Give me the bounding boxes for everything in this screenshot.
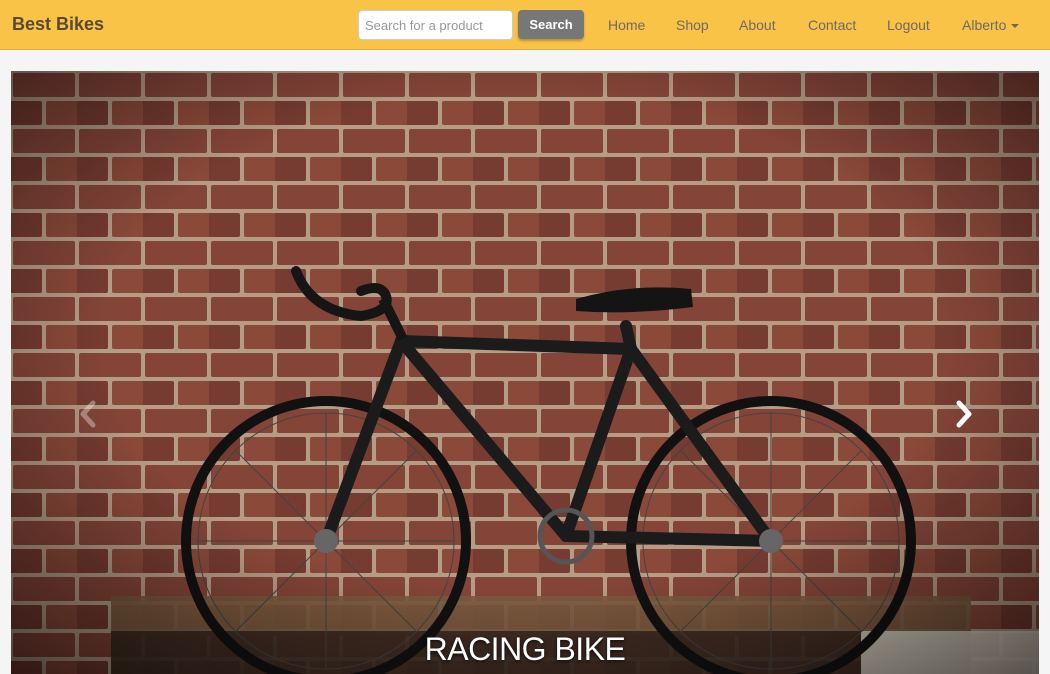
nav-link-shop[interactable]: Shop <box>676 17 709 33</box>
hero-carousel: RACING BIKE <box>11 71 1039 674</box>
nav-link-contact[interactable]: Contact <box>808 17 856 33</box>
chevron-left-icon <box>80 400 96 428</box>
carousel-prev-control[interactable] <box>67 389 107 439</box>
bicycle-against-brick-wall-photo <box>11 71 1039 674</box>
carousel-caption: RACING BIKE <box>424 631 626 667</box>
top-navbar: Best Bikes Search Home Shop About Contac… <box>0 0 1050 50</box>
user-name: Alberto <box>962 17 1007 33</box>
carousel-next-control[interactable] <box>945 389 985 439</box>
caret-down-icon <box>1011 24 1020 29</box>
user-dropdown[interactable]: Alberto <box>962 17 1020 33</box>
chevron-right-icon <box>956 400 972 428</box>
nav-link-logout[interactable]: Logout <box>887 17 930 33</box>
brand-logo-text[interactable]: Best Bikes <box>12 14 104 35</box>
search-input[interactable] <box>358 10 513 40</box>
nav-link-home[interactable]: Home <box>608 17 645 33</box>
nav-link-about[interactable]: About <box>739 17 776 33</box>
search-button[interactable]: Search <box>518 10 584 39</box>
